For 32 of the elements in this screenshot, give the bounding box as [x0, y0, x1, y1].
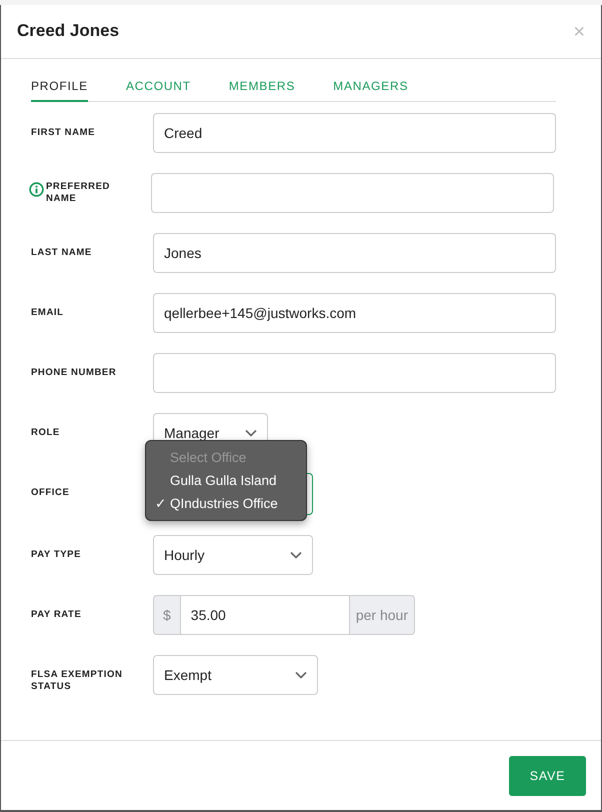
tab[interactable]: MANAGERS: [333, 77, 408, 102]
save-button[interactable]: SAVE: [509, 756, 586, 796]
pay-rate-field[interactable]: 35.00: [180, 595, 349, 635]
text-field[interactable]: Creed: [153, 113, 556, 153]
menu-option[interactable]: ✓ QIndustries Office: [146, 492, 306, 515]
field-label: FLSA EXEMPTION STATUS: [31, 669, 124, 693]
field-label: PREFERRED NAME: [46, 181, 111, 205]
unit-suffix: per hour: [348, 595, 415, 635]
field-label: PAY TYPE: [31, 549, 82, 561]
select-field[interactable]: Exempt: [153, 655, 318, 695]
tab[interactable]: ACCOUNT: [126, 77, 191, 102]
text-field[interactable]: [153, 353, 556, 393]
chevron-icon: [290, 551, 302, 559]
info-icon[interactable]: [29, 182, 44, 197]
tab[interactable]: PROFILE: [31, 77, 88, 102]
text-field[interactable]: [151, 173, 554, 213]
select-field[interactable]: Hourly: [153, 535, 313, 575]
field-label: LAST NAME: [31, 247, 92, 259]
field-label: ROLE: [31, 427, 60, 439]
field-label: PAY RATE: [31, 609, 82, 621]
chevron-icon: [245, 429, 257, 437]
chevron-icon: [295, 671, 307, 679]
field-label: FIRST NAME: [31, 127, 96, 139]
field-label: EMAIL: [31, 307, 64, 319]
field-label: PHONE NUMBER: [31, 367, 116, 379]
menu-option[interactable]: Gulla Gulla Island: [146, 469, 306, 492]
modal-title: Creed Jones: [17, 21, 120, 42]
text-field[interactable]: Jones: [153, 233, 556, 273]
tab[interactable]: MEMBERS: [228, 77, 296, 102]
text-field[interactable]: qellerbee+145@justworks.com: [153, 293, 556, 333]
currency-prefix: $: [153, 595, 181, 635]
field-label: OFFICE: [31, 487, 70, 499]
